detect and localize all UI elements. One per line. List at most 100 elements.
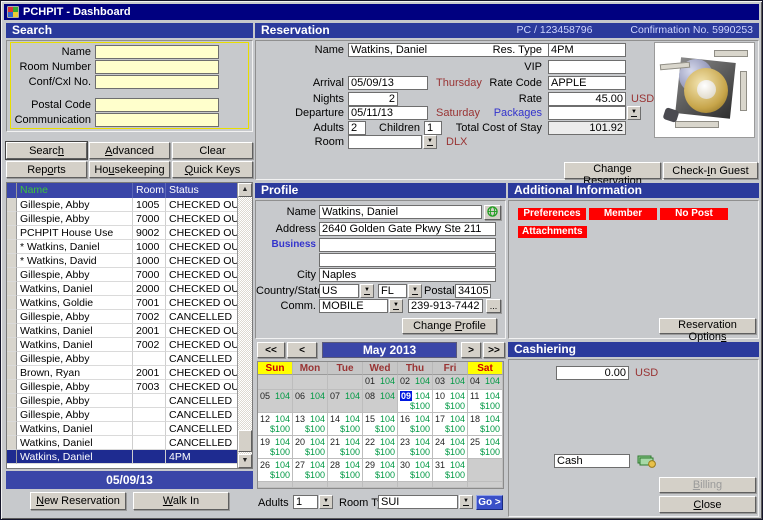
calendar-day-20[interactable]: 20104$100 (293, 436, 328, 459)
row-selector[interactable] (7, 240, 17, 254)
calendar-day-10[interactable]: 10104$100 (433, 390, 468, 413)
comm-more-button[interactable]: ... (486, 299, 501, 313)
row-selector[interactable] (7, 436, 17, 450)
postal-input[interactable] (455, 284, 491, 298)
room-dropdown-button[interactable]: ▼ (423, 135, 437, 149)
payment-input[interactable] (554, 454, 630, 468)
change-profile-button[interactable]: Change Profile (402, 318, 497, 334)
country-input[interactable] (319, 284, 359, 298)
row-selector[interactable] (7, 198, 17, 212)
scroll-down-button[interactable]: ▼ (238, 454, 252, 468)
packages-dropdown-button[interactable]: ▼ (627, 106, 641, 120)
calendar-day-29[interactable]: 29104$100 (363, 459, 398, 482)
row-selector[interactable] (7, 450, 17, 464)
calendar-day-16[interactable]: 16104$100 (398, 413, 433, 436)
calendar-day-06[interactable]: 06104 (293, 390, 328, 413)
result-row[interactable]: Gillespie, Abby7003CHECKED OUT (7, 380, 237, 394)
vip-input[interactable] (548, 60, 626, 74)
calendar-day-05[interactable]: 05104 (258, 390, 293, 413)
calendar-day-28[interactable]: 28104$100 (328, 459, 363, 482)
search-quick-keys-button[interactable]: Quick Keys (172, 161, 253, 178)
result-row[interactable]: Watkins, Daniel2000CHECKED OUT (7, 282, 237, 296)
row-selector[interactable] (7, 366, 17, 380)
calendar-day-25[interactable]: 25104$100 (468, 436, 503, 459)
business-input[interactable] (319, 238, 496, 252)
state-dropdown-button[interactable]: ▼ (408, 284, 422, 298)
row-selector[interactable] (7, 226, 17, 240)
res-type-input[interactable] (548, 43, 626, 57)
calendar-day-12[interactable]: 12104$100 (258, 413, 293, 436)
calendar-day-31[interactable]: 31104$100 (433, 459, 468, 482)
result-row[interactable]: Gillespie, Abby7002CANCELLED (7, 310, 237, 324)
calendar-day-15[interactable]: 15104$100 (363, 413, 398, 436)
room-type-dropdown-button[interactable]: ▼ (459, 495, 473, 509)
city-input[interactable] (319, 268, 496, 282)
search-name-input[interactable] (95, 45, 219, 59)
result-row[interactable]: Gillespie, Abby7000CHECKED OUT (7, 268, 237, 282)
calendar-day-23[interactable]: 23104$100 (398, 436, 433, 459)
row-selector[interactable] (7, 310, 17, 324)
walk-in-button[interactable]: Walk In (133, 492, 229, 510)
calendar-day-22[interactable]: 22104$100 (363, 436, 398, 459)
profile-name-input[interactable] (319, 205, 482, 219)
globe-icon[interactable] (484, 205, 501, 220)
calendar-day-27[interactable]: 27104$100 (293, 459, 328, 482)
calendar-day-13[interactable]: 13104$100 (293, 413, 328, 436)
result-row[interactable]: Gillespie, Abby7000CHECKED OUT (7, 212, 237, 226)
go-button[interactable]: Go > (476, 495, 503, 510)
badge-member[interactable]: Member (589, 208, 657, 220)
results-scrollbar[interactable]: ▲ ▼ (237, 183, 252, 468)
row-selector[interactable] (7, 380, 17, 394)
search-housekeeping-button[interactable]: Housekeeping (89, 161, 170, 178)
scroll-track[interactable] (238, 197, 252, 454)
packages-label[interactable]: Packages (446, 106, 542, 120)
calendar-day-07[interactable]: 07104 (328, 390, 363, 413)
result-row[interactable]: Gillespie, AbbyCANCELLED (7, 408, 237, 422)
result-row[interactable]: Watkins, Daniel4PM (7, 450, 237, 464)
row-selector[interactable] (7, 268, 17, 282)
calendar-day-08[interactable]: 08104 (363, 390, 398, 413)
check-in-guest-button[interactable]: Check-In Guest (663, 162, 758, 179)
calendar-day-21[interactable]: 21104$100 (328, 436, 363, 459)
rate-code-input[interactable] (548, 76, 626, 90)
row-selector[interactable] (7, 422, 17, 436)
search-search-button[interactable]: Search (6, 142, 87, 159)
result-row[interactable]: Brown, Ryan2001CHECKED OUT (7, 366, 237, 380)
calendar-last-button[interactable]: >> (483, 342, 505, 358)
search-clear-button[interactable]: Clear (172, 142, 253, 159)
result-row[interactable]: Watkins, DanielCANCELLED (7, 422, 237, 436)
search-postal-code-input[interactable] (95, 98, 219, 112)
billing-button[interactable]: Billing (659, 477, 756, 493)
address-input[interactable] (319, 222, 496, 236)
calendar-next-button[interactable]: > (461, 342, 481, 358)
result-row[interactable]: PCHPIT House Use9002CHECKED OUT (7, 226, 237, 240)
calendar-day-01[interactable]: 01104 (363, 375, 398, 390)
search-communication-input[interactable] (95, 113, 219, 127)
row-selector[interactable] (7, 282, 17, 296)
search-room-number-input[interactable] (95, 60, 219, 74)
column-header-room[interactable]: Room (133, 183, 166, 198)
comm-type-dropdown-button[interactable]: ▼ (389, 299, 403, 313)
result-row[interactable]: Watkins, DanielCANCELLED (7, 436, 237, 450)
packages-input[interactable] (548, 106, 626, 120)
business-label[interactable]: Business (256, 238, 316, 252)
search-conf-cxl-input[interactable] (95, 75, 219, 89)
result-row[interactable]: Gillespie, AbbyCANCELLED (7, 352, 237, 366)
calendar-first-button[interactable]: << (257, 342, 285, 358)
calendar-day-30[interactable]: 30104$100 (398, 459, 433, 482)
search-reports-button[interactable]: Reports (6, 161, 87, 178)
row-selector[interactable] (7, 408, 17, 422)
reservation-options-button[interactable]: Reservation Options (659, 318, 756, 334)
calendar-day-02[interactable]: 02104 (398, 375, 433, 390)
badge-attachments[interactable]: Attachments (518, 226, 587, 238)
calendar-day-14[interactable]: 14104$100 (328, 413, 363, 436)
result-row[interactable]: * Watkins, Daniel1000CHECKED OUT (7, 240, 237, 254)
calendar-day-03[interactable]: 03104 (433, 375, 468, 390)
state-input[interactable] (378, 284, 407, 298)
row-selector[interactable] (7, 338, 17, 352)
comm-type-input[interactable] (319, 299, 388, 313)
calendar-day-19[interactable]: 19104$100 (258, 436, 293, 459)
calendar-day-04[interactable]: 04104 (468, 375, 503, 390)
calendar-day-18[interactable]: 18104$100 (468, 413, 503, 436)
row-selector[interactable] (7, 394, 17, 408)
